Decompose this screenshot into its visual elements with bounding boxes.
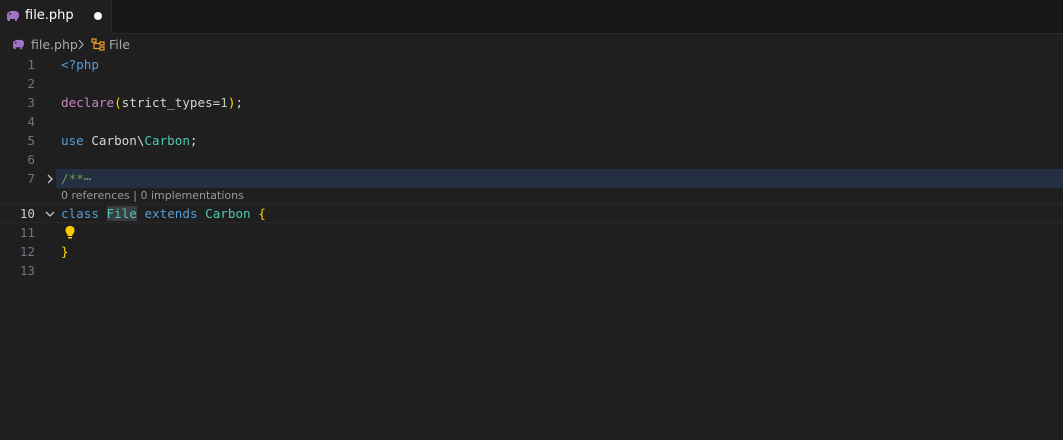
line-number: 3: [27, 95, 35, 110]
code-text: /**⋯: [61, 171, 92, 186]
chevron-right-icon: [78, 39, 84, 50]
symbol-class-icon: [91, 38, 105, 51]
codelens[interactable]: 0 references | 0 implementations: [61, 188, 244, 204]
php-elephant-icon: [13, 39, 24, 50]
lightbulb-icon[interactable]: [64, 225, 76, 240]
tab-bar: file.php: [0, 0, 1063, 34]
code-line: 2: [0, 74, 1063, 93]
folded-ellipsis[interactable]: ⋯: [84, 171, 92, 186]
line-number: 6: [27, 152, 35, 167]
code-text: }: [61, 244, 69, 259]
line-number: 7: [27, 171, 35, 186]
selected-word: File: [106, 206, 137, 221]
code-line: 5 use Carbon\Carbon;: [0, 131, 1063, 150]
line-number: 13: [19, 263, 35, 278]
unsaved-dot-icon[interactable]: [94, 12, 102, 20]
code-line: 1 <?php: [0, 55, 1063, 74]
code-line: 6: [0, 150, 1063, 169]
line-number: 5: [27, 133, 35, 148]
line-number: 12: [19, 244, 35, 259]
code-line: 12 }: [0, 242, 1063, 261]
chevron-down-icon[interactable]: [44, 208, 56, 220]
code-line-folded: 7 /**⋯: [0, 169, 1063, 188]
breadcrumb: file.php File: [0, 35, 1063, 55]
code-text: class File extends Carbon {: [61, 206, 266, 221]
line-number: 2: [27, 76, 35, 91]
chevron-right-icon[interactable]: [44, 173, 56, 185]
line-number: 10: [19, 206, 35, 221]
line-number: 4: [27, 114, 35, 129]
php-elephant-icon: [7, 11, 19, 21]
code-line-active: 10 class File extends Carbon {: [0, 204, 1063, 223]
tab-file-php[interactable]: file.php: [0, 0, 112, 34]
code-text: declare(strict_types=1);: [61, 95, 244, 110]
line-number: 1: [27, 57, 35, 72]
breadcrumb-file[interactable]: file.php: [31, 37, 78, 52]
code-line: 3 declare(strict_types=1);: [0, 93, 1063, 112]
breadcrumb-symbol[interactable]: File: [109, 37, 130, 52]
line-number: 11: [19, 225, 35, 240]
tab-label: file.php: [25, 8, 74, 23]
code-editor[interactable]: 1 <?php 2 3 declare(strict_types=1); 4 5…: [0, 55, 1063, 440]
code-line: 13: [0, 261, 1063, 280]
code-text: <?php: [61, 57, 99, 72]
code-line: 4: [0, 112, 1063, 131]
code-text: use Carbon\Carbon;: [61, 133, 198, 148]
code-line: 11: [0, 223, 1063, 242]
folded-region-highlight: [56, 169, 1063, 188]
